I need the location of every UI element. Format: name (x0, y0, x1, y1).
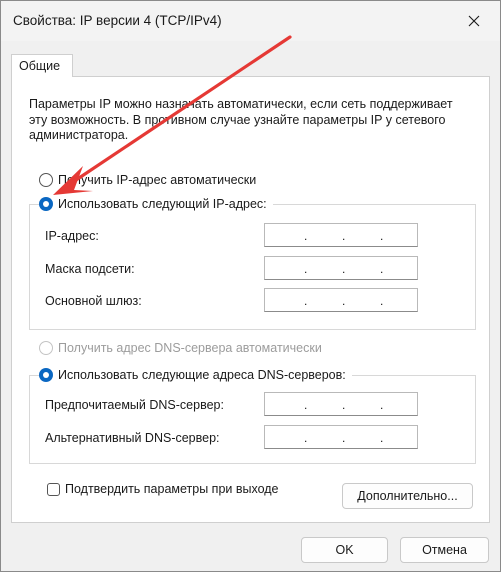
radio-dns-manual-circle (39, 368, 53, 382)
close-button[interactable] (454, 7, 494, 35)
validate-on-exit-checkbox[interactable]: Подтвердить параметры при выходе (47, 482, 279, 496)
ip-address-input[interactable]: ... (264, 223, 418, 247)
radio-ip-manual[interactable]: Использовать следующий IP-адрес: (39, 197, 273, 211)
radio-ip-auto-label: Получить IP-адрес автоматически (58, 173, 257, 187)
radio-dns-auto-label: Получить адрес DNS-сервера автоматически (58, 341, 322, 355)
description-text: Параметры IP можно назначать автоматичес… (29, 97, 453, 142)
tab-general-label: Общие (19, 59, 61, 73)
advanced-button[interactable]: Дополнительно... (342, 483, 473, 509)
default-gateway-label: Основной шлюз: (45, 294, 142, 308)
window-title: Свойства: IP версии 4 (TCP/IPv4) (13, 13, 222, 28)
subnet-mask-label: Маска подсети: (45, 262, 135, 276)
dns-group-box (29, 375, 476, 464)
validate-on-exit-box (47, 482, 60, 496)
radio-ip-auto-circle (39, 173, 53, 187)
alternate-dns-input[interactable]: ... (264, 425, 418, 449)
preferred-dns-label: Предпочитаемый DNS-сервер: (45, 398, 224, 412)
general-panel: Параметры IP можно назначать автоматичес… (11, 76, 490, 523)
radio-ip-manual-label: Использовать следующий IP-адрес: (58, 197, 267, 211)
radio-ip-manual-circle (39, 197, 53, 211)
ok-button[interactable]: OK (301, 537, 388, 563)
radio-dns-auto[interactable]: Получить адрес DNS-сервера автоматически (39, 341, 322, 355)
default-gateway-input[interactable]: ... (264, 288, 418, 312)
dialog-window: Свойства: IP версии 4 (TCP/IPv4) Общие П… (0, 0, 501, 572)
radio-dns-manual[interactable]: Использовать следующие адреса DNS-сервер… (39, 368, 352, 382)
ip-address-label: IP-адрес: (45, 229, 99, 243)
close-icon (468, 15, 480, 27)
radio-dns-manual-label: Использовать следующие адреса DNS-сервер… (58, 368, 346, 382)
radio-ip-auto[interactable]: Получить IP-адрес автоматически (39, 173, 256, 187)
tab-general[interactable]: Общие (11, 54, 73, 77)
alternate-dns-label: Альтернативный DNS-сервер: (45, 431, 220, 445)
subnet-mask-input[interactable]: ... (264, 256, 418, 280)
title-bar: Свойства: IP версии 4 (TCP/IPv4) (1, 1, 500, 41)
preferred-dns-input[interactable]: ... (264, 392, 418, 416)
cancel-button[interactable]: Отмена (400, 537, 489, 563)
radio-dns-auto-circle (39, 341, 53, 355)
validate-on-exit-label: Подтвердить параметры при выходе (65, 482, 279, 496)
